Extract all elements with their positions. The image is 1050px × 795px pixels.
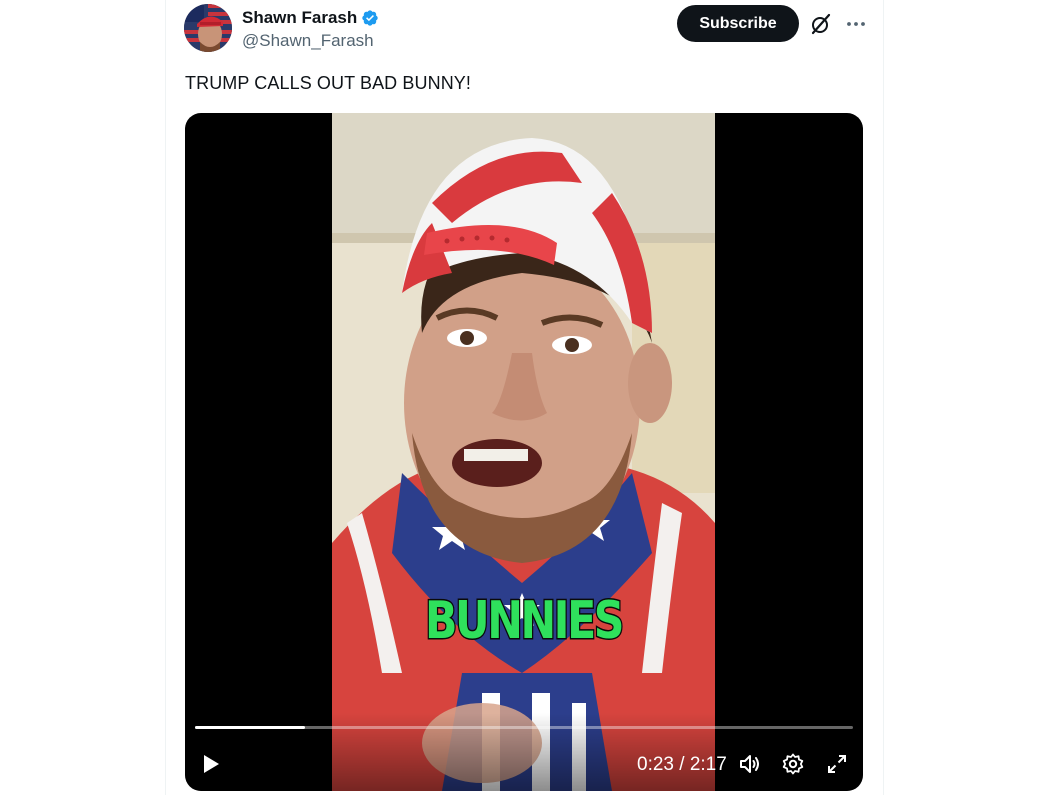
post-header: Shawn Farash @Shawn_Farash Subscribe [184, 4, 865, 56]
display-name[interactable]: Shawn Farash [242, 8, 357, 28]
volume-icon [740, 755, 759, 773]
progress-fill [195, 726, 305, 729]
time-display: 0:23 / 2:17 [637, 754, 727, 775]
page: Shawn Farash @Shawn_Farash Subscribe TRU… [0, 0, 1050, 795]
handle[interactable]: @Shawn_Farash [242, 31, 379, 51]
grok-icon[interactable] [809, 12, 833, 36]
post: Shawn Farash @Shawn_Farash Subscribe TRU… [166, 0, 883, 795]
fullscreen-button[interactable] [825, 752, 849, 776]
progress-bar[interactable] [195, 726, 853, 729]
play-icon [204, 755, 219, 773]
more-icon[interactable] [844, 12, 868, 36]
video-frame[interactable]: BUNNIES [332, 113, 715, 791]
verified-badge-icon[interactable] [361, 9, 379, 27]
video-controls: 0:23 / 2:17 [185, 713, 863, 791]
avatar-image [184, 4, 232, 52]
play-button[interactable] [199, 752, 223, 776]
settings-button[interactable] [781, 752, 805, 776]
fullscreen-icon [828, 755, 846, 773]
column-divider-right [883, 0, 884, 795]
subscribe-button[interactable]: Subscribe [677, 5, 799, 42]
video-caption: BUNNIES [424, 590, 626, 653]
display-name-row: Shawn Farash [242, 7, 379, 29]
video-player[interactable]: BUNNIES 0:23 / 2:17 [185, 113, 863, 791]
author-block: Shawn Farash @Shawn_Farash [242, 7, 379, 51]
post-text: TRUMP CALLS OUT BAD BUNNY! [185, 73, 471, 93]
video-thumbnail-image [332, 113, 715, 791]
settings-icon [782, 753, 804, 775]
volume-button[interactable] [738, 752, 762, 776]
avatar[interactable] [184, 4, 232, 52]
